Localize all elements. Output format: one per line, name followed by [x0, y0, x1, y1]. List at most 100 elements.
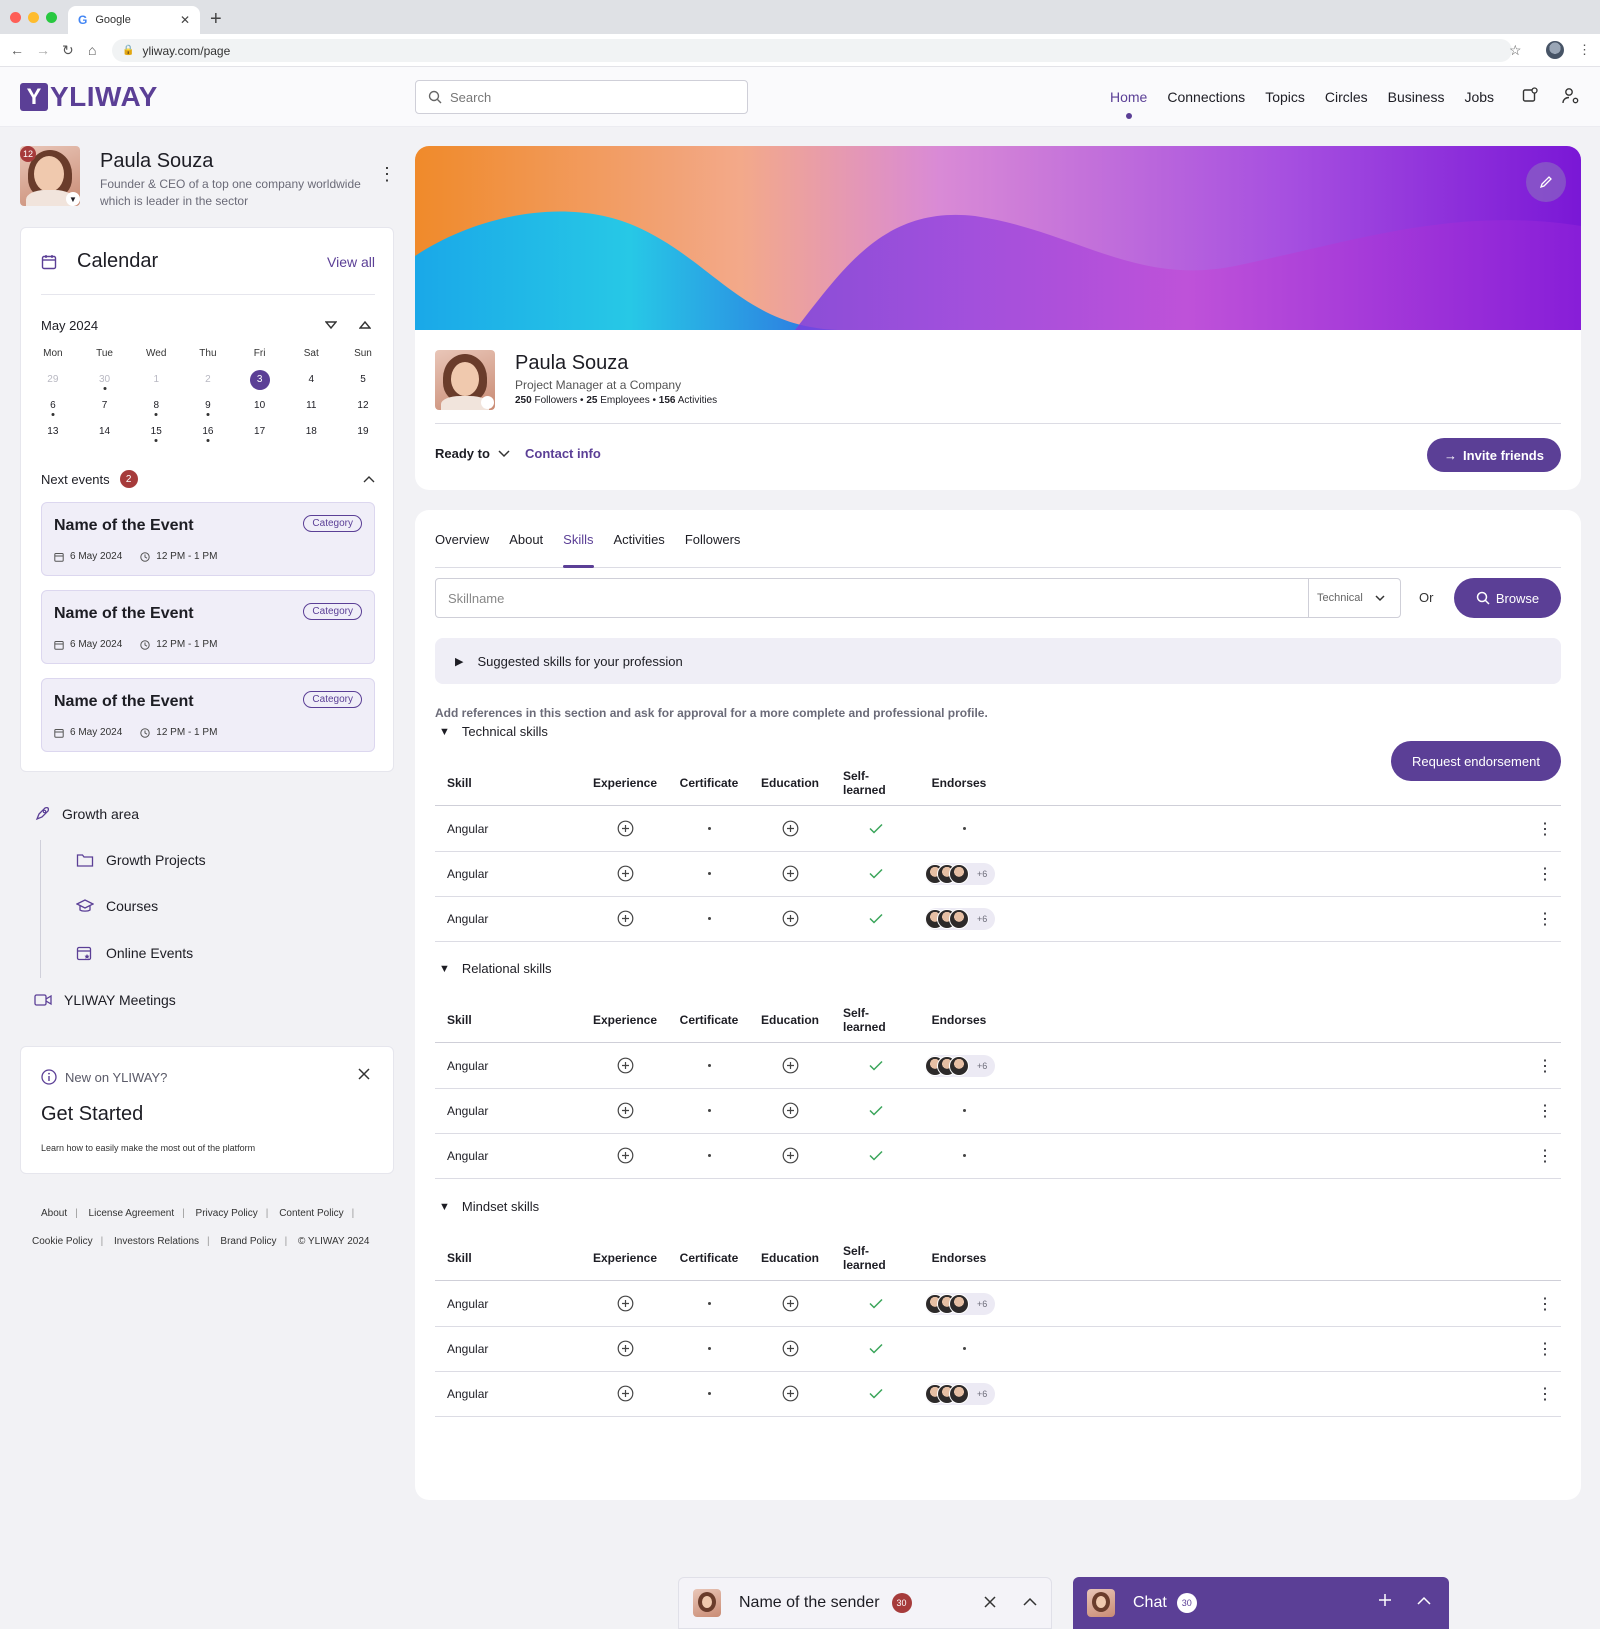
home-icon[interactable]: ⌂: [88, 42, 96, 58]
suggested-skills-toggle[interactable]: ▶ Suggested skills for your profession: [435, 638, 1561, 684]
calendar-day[interactable]: 9: [182, 396, 234, 416]
calendar-day[interactable]: 11: [285, 396, 337, 416]
next-events-header[interactable]: Next events 2: [41, 470, 375, 488]
bookmark-star-icon[interactable]: ☆: [1509, 42, 1522, 59]
add-education-icon[interactable]: [761, 1326, 819, 1371]
add-experience-icon[interactable]: [595, 1133, 655, 1178]
more-options-icon[interactable]: ⋮: [1535, 1088, 1555, 1133]
message-bar[interactable]: Name of the sender 30: [678, 1577, 1052, 1629]
plus-icon[interactable]: [1377, 1592, 1393, 1608]
notifications-icon[interactable]: [1522, 87, 1538, 103]
calendar-day[interactable]: 18: [285, 422, 337, 442]
search-input[interactable]: Search: [415, 80, 748, 114]
tab-overview[interactable]: Overview: [435, 532, 489, 567]
more-options-icon[interactable]: ⋮: [1535, 1326, 1555, 1371]
maximize-window-button[interactable]: [46, 12, 57, 23]
minimize-window-button[interactable]: [28, 12, 39, 23]
more-options-icon[interactable]: ⋮: [1535, 1043, 1555, 1088]
add-education-icon[interactable]: [761, 1043, 819, 1088]
calendar-day[interactable]: 10: [234, 396, 286, 416]
event-card[interactable]: Name of the Event Category 6 May 2024 12…: [41, 502, 375, 576]
calendar-day[interactable]: 29: [27, 370, 79, 390]
endorsers[interactable]: +6: [925, 851, 1015, 896]
nav-business[interactable]: Business: [1388, 89, 1445, 105]
previous-month-icon[interactable]: [359, 320, 371, 330]
skill-section-toggle[interactable]: ▼ Relational skills: [439, 961, 551, 976]
new-tab-icon[interactable]: +: [210, 8, 222, 31]
endorser-avatars[interactable]: +6: [925, 1382, 996, 1405]
add-education-icon[interactable]: [761, 1371, 819, 1416]
nav-jobs[interactable]: Jobs: [1464, 89, 1494, 105]
browse-button[interactable]: Browse: [1454, 578, 1561, 618]
close-tab-icon[interactable]: ✕: [180, 13, 190, 27]
event-card[interactable]: Name of the Event Category 6 May 2024 12…: [41, 590, 375, 664]
more-options-icon[interactable]: ⋮: [1535, 851, 1555, 896]
browser-menu-icon[interactable]: ⋮: [1578, 42, 1591, 58]
close-icon[interactable]: [357, 1067, 371, 1081]
ready-to-dropdown[interactable]: Ready to: [435, 446, 510, 461]
calendar-day[interactable]: 15: [130, 422, 182, 442]
add-experience-icon[interactable]: [595, 806, 655, 851]
calendar-day[interactable]: 12: [337, 396, 389, 416]
footer-link[interactable]: Content Policy: [279, 1208, 343, 1219]
calendar-day[interactable]: 1: [130, 370, 182, 390]
nav-circles[interactable]: Circles: [1325, 89, 1368, 105]
add-education-icon[interactable]: [761, 1133, 819, 1178]
more-options-icon[interactable]: ⋮: [1535, 1371, 1555, 1416]
back-icon[interactable]: ←: [10, 42, 24, 58]
endorser-avatars[interactable]: +6: [925, 907, 996, 930]
more-options-icon[interactable]: ⋮: [1535, 1281, 1555, 1326]
endorser-avatars[interactable]: +6: [925, 1054, 996, 1077]
tab-about[interactable]: About: [509, 532, 543, 567]
add-experience-icon[interactable]: [595, 1281, 655, 1326]
close-icon[interactable]: [983, 1595, 997, 1609]
add-education-icon[interactable]: [761, 896, 819, 941]
browser-tab[interactable]: G Google ✕: [68, 6, 200, 34]
footer-link[interactable]: Privacy Policy: [196, 1208, 258, 1219]
endorsers[interactable]: +6: [925, 1281, 1015, 1326]
add-education-icon[interactable]: [761, 806, 819, 851]
add-experience-icon[interactable]: [595, 1371, 655, 1416]
calendar-day[interactable]: 7: [79, 396, 131, 416]
calendar-day[interactable]: 2: [182, 370, 234, 390]
tab-activities[interactable]: Activities: [614, 532, 665, 567]
chevron-down-icon[interactable]: ▼: [66, 192, 80, 206]
pencil-icon[interactable]: [481, 396, 494, 409]
more-options-icon[interactable]: ⋮: [1535, 896, 1555, 941]
profile-avatar[interactable]: [435, 350, 495, 410]
add-experience-icon[interactable]: [595, 1326, 655, 1371]
forward-icon[interactable]: →: [36, 42, 50, 58]
sidebar-item-growth-area[interactable]: Growth area: [34, 806, 139, 822]
contact-info-link[interactable]: Contact info: [525, 446, 601, 461]
close-window-button[interactable]: [10, 12, 21, 23]
add-education-icon[interactable]: [761, 1088, 819, 1133]
nav-home[interactable]: Home: [1110, 89, 1147, 105]
calendar-day[interactable]: 14: [79, 422, 131, 442]
endorser-avatars[interactable]: +6: [925, 862, 996, 885]
browser-profile-avatar[interactable]: [1546, 41, 1564, 59]
endorsers[interactable]: +6: [925, 896, 1015, 941]
nav-connections[interactable]: Connections: [1167, 89, 1245, 105]
calendar-day[interactable]: 17: [234, 422, 286, 442]
sidebar-item-courses[interactable]: Courses: [76, 898, 158, 914]
more-options-icon[interactable]: ⋮: [1535, 1133, 1555, 1178]
more-options-icon[interactable]: ⋮: [378, 164, 396, 185]
skill-search-field[interactable]: Skillname Technical: [435, 578, 1401, 618]
footer-link[interactable]: Investors Relations: [114, 1236, 199, 1247]
calendar-day[interactable]: 16: [182, 422, 234, 442]
tab-followers[interactable]: Followers: [685, 532, 741, 567]
sidebar-item-online-events[interactable]: Online Events: [76, 945, 193, 961]
calendar-day[interactable]: 5: [337, 370, 389, 390]
sidebar-item-growth-projects[interactable]: Growth Projects: [76, 852, 206, 868]
reload-icon[interactable]: ↻: [62, 42, 74, 59]
account-settings-icon[interactable]: [1562, 87, 1580, 105]
skill-type-select[interactable]: Technical: [1308, 579, 1400, 617]
add-education-icon[interactable]: [761, 851, 819, 896]
view-all-link[interactable]: View all: [327, 254, 375, 270]
event-card[interactable]: Name of the Event Category 6 May 2024 12…: [41, 678, 375, 752]
chevron-up-icon[interactable]: [1023, 1597, 1037, 1606]
add-experience-icon[interactable]: [595, 1088, 655, 1133]
tab-skills[interactable]: Skills: [563, 532, 594, 568]
calendar-day[interactable]: 4: [285, 370, 337, 390]
calendar-day[interactable]: 8: [130, 396, 182, 416]
